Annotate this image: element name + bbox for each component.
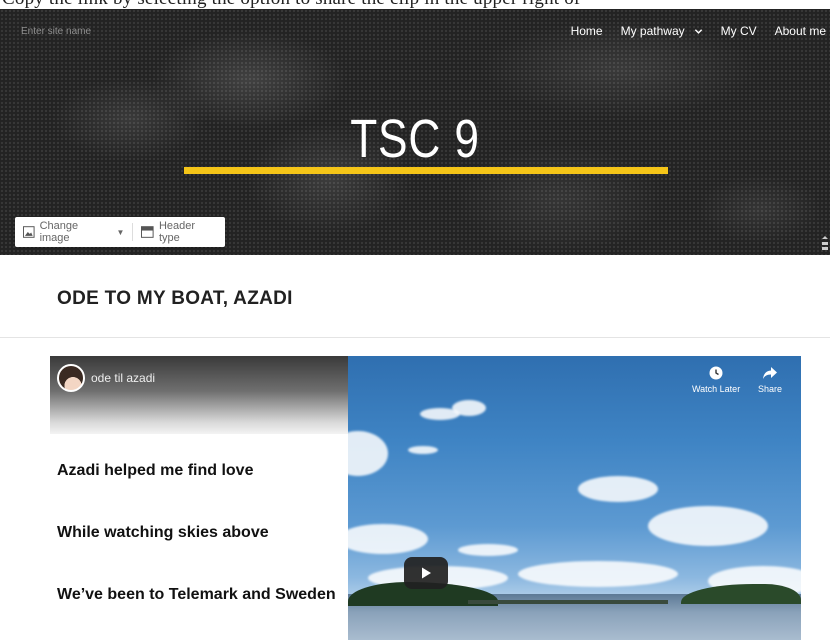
lyric-line: We’ve been to Telemark and Sweden — [57, 586, 336, 603]
title-underline — [184, 167, 668, 174]
share-button[interactable]: Share — [758, 366, 782, 394]
play-icon — [422, 567, 431, 579]
clock-icon — [709, 366, 723, 380]
page-title[interactable]: TSC 9 — [75, 109, 756, 169]
nav-label: Home — [570, 24, 603, 38]
caret-down-icon: ▼ — [116, 227, 125, 237]
chevron-down-icon — [694, 28, 702, 34]
cloud — [458, 544, 518, 556]
shoreline — [468, 600, 668, 604]
adjust-icon[interactable] — [820, 235, 830, 251]
nav-item-home[interactable]: Home — [571, 24, 603, 38]
change-image-label: Change image — [39, 220, 79, 244]
lyric-line: Azadi helped me find love — [57, 462, 254, 479]
nav-label: My CV — [720, 24, 757, 38]
nav-item-my-cv[interactable]: My CV — [721, 24, 757, 38]
play-button[interactable] — [404, 557, 448, 589]
header-type-label: Header type — [158, 220, 196, 244]
top-text-fragment: Copy the link by selecting the option to… — [2, 0, 580, 9]
top-nav: Home My pathway My CV About me — [571, 24, 830, 38]
cloud — [348, 524, 428, 554]
treeline — [681, 584, 801, 604]
cloud — [408, 446, 438, 454]
site-name-input[interactable]: Enter site name — [21, 26, 91, 37]
header-type-button[interactable]: Header type — [133, 220, 225, 244]
site-header: Enter site name Home My pathway My CV Ab… — [0, 9, 830, 255]
video-top-bar: ode til azadi Watch Later Share — [50, 356, 801, 416]
share-arrow-icon — [763, 367, 778, 379]
cloud — [518, 561, 678, 587]
share-label: Share — [758, 384, 783, 394]
cloud — [648, 506, 768, 546]
watch-later-label: Watch Later — [692, 384, 741, 394]
channel-avatar[interactable] — [57, 364, 85, 392]
lyric-line: While watching skies above — [57, 524, 269, 541]
watch-later-button[interactable]: Watch Later — [692, 366, 740, 394]
nav-label: My pathway — [620, 24, 685, 38]
change-image-button[interactable]: Change image ▼ — [15, 220, 132, 244]
nav-item-my-pathway[interactable]: My pathway — [621, 24, 703, 38]
nav-label: About me — [774, 24, 826, 38]
video-embed[interactable]: Azadi helped me find love While watching… — [50, 356, 801, 640]
section-title[interactable]: ODE TO MY BOAT, AZADI — [57, 288, 293, 310]
video-title[interactable]: ode til azadi — [91, 371, 155, 385]
header-toolbar: Change image ▼ Header type — [15, 217, 225, 247]
cloud — [348, 431, 388, 476]
image-icon — [23, 226, 35, 238]
top-text-strip: Copy the link by selecting the option to… — [0, 0, 830, 9]
cloud — [578, 476, 658, 502]
nav-item-about-me[interactable]: About me — [775, 24, 826, 38]
section-divider — [0, 337, 830, 338]
header-type-icon — [141, 226, 154, 238]
